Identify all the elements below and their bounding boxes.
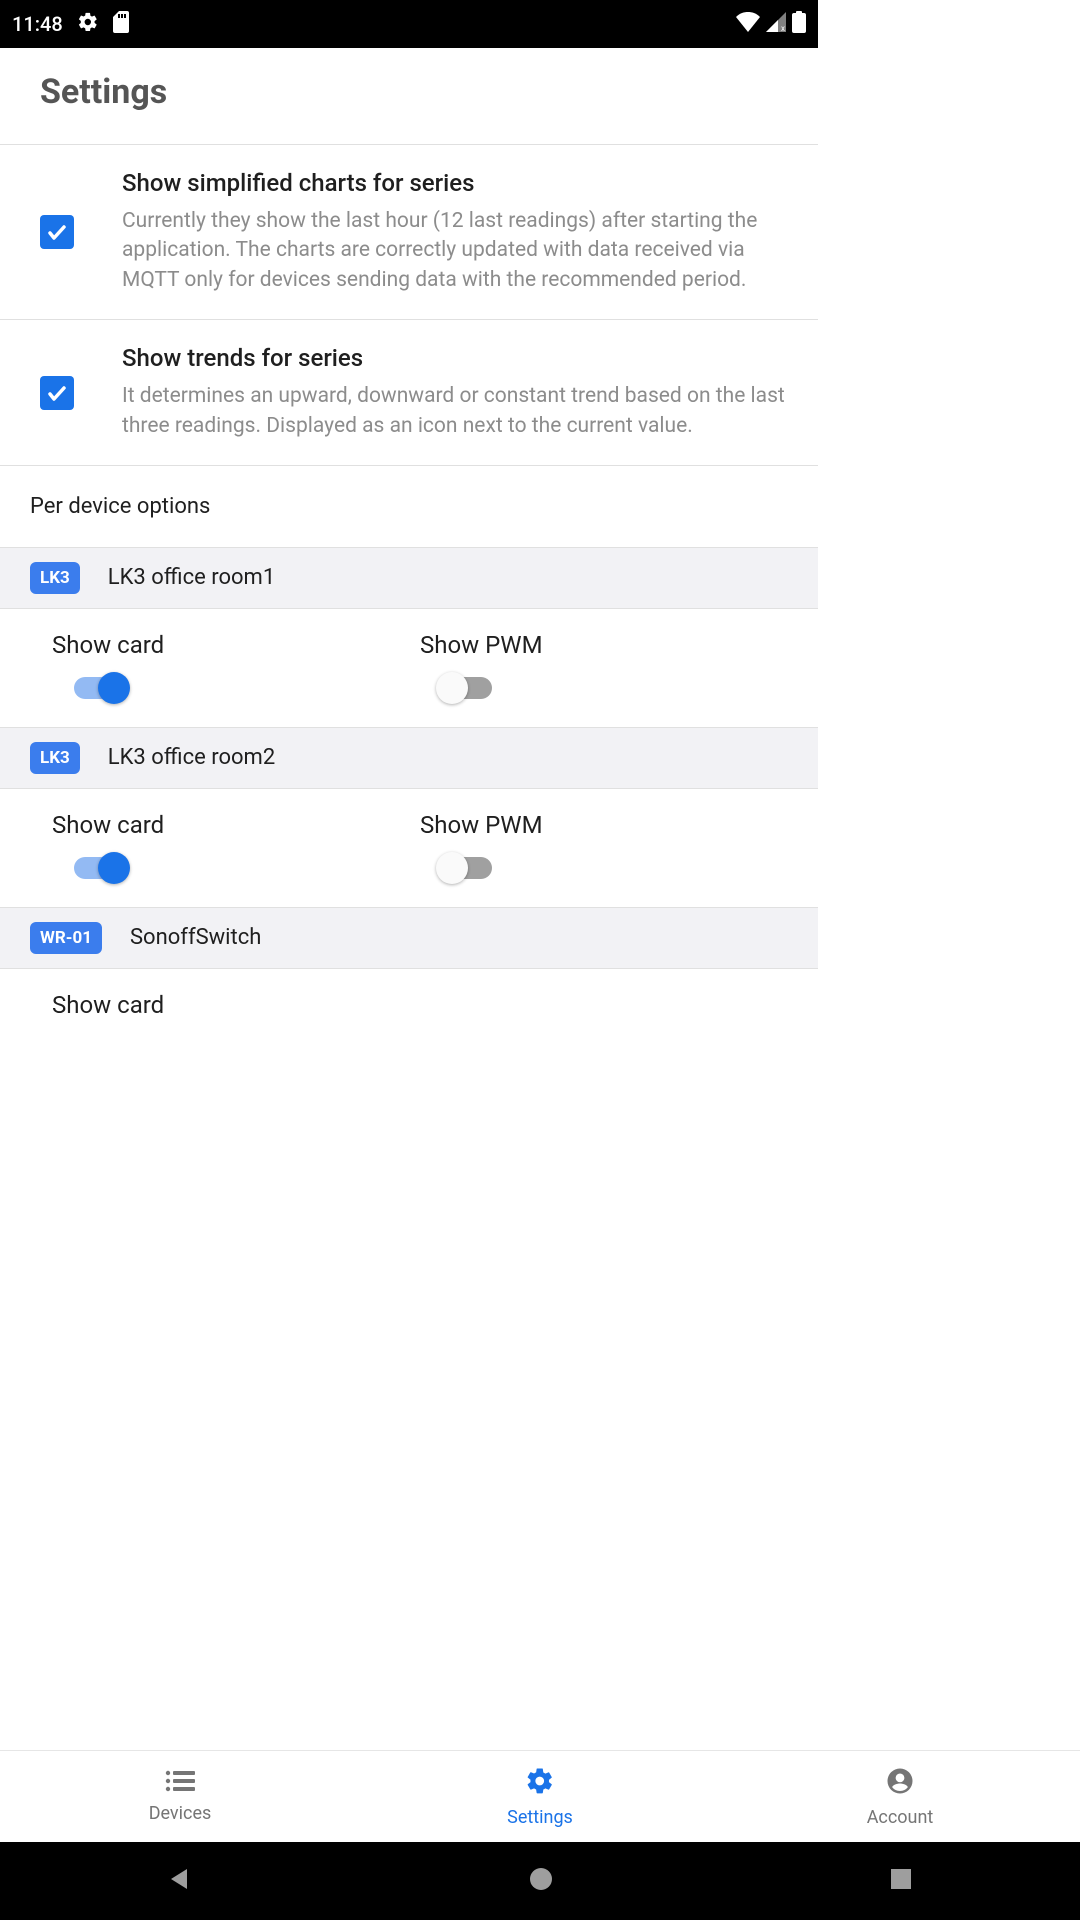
- section-per-device: Per device options: [0, 466, 818, 547]
- nav-label: Settings: [507, 1807, 573, 1828]
- nav-label: Account: [867, 1807, 934, 1828]
- setting-title: Show simplified charts for series: [122, 169, 788, 197]
- recent-icon[interactable]: [889, 1867, 913, 1895]
- show-pwm-toggle[interactable]: [442, 677, 492, 699]
- setting-simplified-charts[interactable]: Show simplified charts for series Curren…: [0, 145, 818, 320]
- device-name: SonoffSwitch: [130, 925, 261, 950]
- setting-desc: It determines an upward, downward or con…: [122, 382, 788, 441]
- device-badge: LK3: [30, 742, 80, 774]
- device-badge: LK3: [30, 562, 80, 594]
- device-badge: WR-01: [30, 922, 102, 954]
- checkbox[interactable]: [40, 215, 74, 249]
- device-name: LK3 office room1: [108, 565, 275, 590]
- svg-text:x: x: [781, 24, 785, 32]
- show-card-label: Show card: [52, 631, 420, 659]
- page-title: Settings: [40, 72, 778, 112]
- device-name: LK3 office room2: [108, 745, 275, 770]
- show-card-toggle[interactable]: [74, 857, 124, 879]
- list-icon: [165, 1770, 195, 1797]
- cell-signal-icon: x: [766, 12, 786, 36]
- system-nav: [0, 1842, 1080, 1920]
- device-header: WR-01 SonoffSwitch: [0, 907, 818, 969]
- device-options: Show card: [0, 969, 818, 1065]
- gear-icon: [77, 11, 99, 37]
- bottom-nav: Devices Settings Account: [0, 1750, 1080, 1842]
- show-pwm-label: Show PWM: [420, 631, 788, 659]
- device-options: Show card Show PWM: [0, 609, 818, 727]
- nav-devices[interactable]: Devices: [0, 1751, 360, 1842]
- device-options: Show card Show PWM: [0, 789, 818, 907]
- nav-account[interactable]: Account: [720, 1751, 1080, 1842]
- battery-icon: [792, 11, 806, 37]
- back-icon[interactable]: [167, 1866, 193, 1896]
- nav-settings[interactable]: Settings: [360, 1751, 720, 1842]
- status-time: 11:48: [12, 12, 63, 36]
- setting-title: Show trends for series: [122, 344, 788, 372]
- show-card-toggle[interactable]: [74, 677, 124, 699]
- setting-trends[interactable]: Show trends for series It determines an …: [0, 320, 818, 466]
- show-pwm-toggle[interactable]: [442, 857, 492, 879]
- nav-label: Devices: [149, 1803, 212, 1824]
- device-header: LK3 LK3 office room2: [0, 727, 818, 789]
- wifi-icon: [736, 12, 760, 36]
- sd-card-icon: [113, 11, 131, 37]
- show-pwm-label: Show PWM: [420, 811, 788, 839]
- home-icon[interactable]: [528, 1866, 554, 1896]
- checkbox[interactable]: [40, 376, 74, 410]
- gear-icon: [525, 1766, 555, 1801]
- account-icon: [885, 1766, 915, 1801]
- page-header: Settings: [0, 48, 818, 145]
- show-card-label: Show card: [52, 811, 420, 839]
- status-bar: 11:48 x: [0, 0, 818, 48]
- setting-desc: Currently they show the last hour (12 la…: [122, 207, 788, 295]
- device-header: LK3 LK3 office room1: [0, 547, 818, 609]
- show-card-label: Show card: [52, 991, 788, 1019]
